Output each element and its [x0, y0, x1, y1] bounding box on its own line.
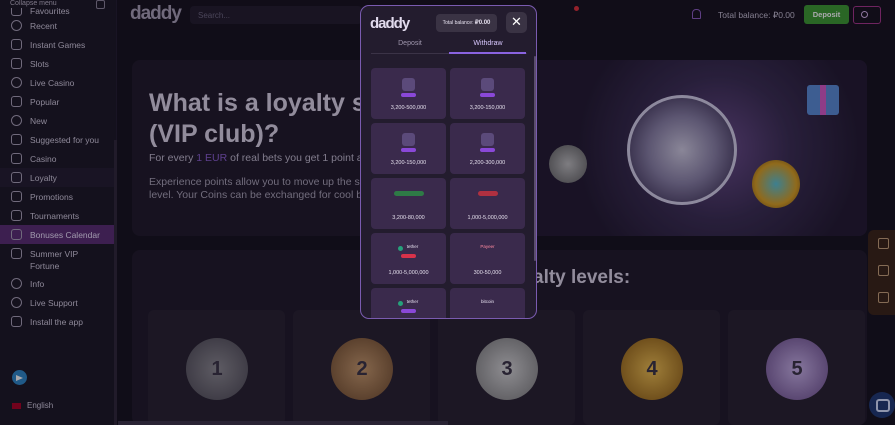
tab-deposit[interactable]: Deposit — [371, 40, 449, 47]
method-tag — [480, 93, 495, 97]
payment-logo-icon — [481, 133, 494, 146]
app-root: Collapse menu Favourites Recent Instant … — [0, 0, 895, 425]
payment-method-tile[interactable]: 3,200-150,000 — [450, 68, 525, 119]
payment-method-tile[interactable]: 2,200-300,000 — [450, 123, 525, 174]
payment-logo-icon — [478, 191, 498, 196]
payment-logo-icon — [481, 78, 494, 91]
payment-method-tile[interactable]: Payeer 300-50,000 — [450, 233, 525, 284]
payment-method-tile[interactable]: bitcoin — [450, 288, 525, 318]
close-icon[interactable]: ✕ — [506, 12, 527, 33]
method-tag — [401, 93, 416, 97]
payment-method-tile[interactable]: tether 1,000-5,000,000 — [371, 233, 446, 284]
method-tag — [401, 309, 416, 313]
payment-logo-icon — [402, 78, 415, 91]
method-tag — [401, 254, 416, 258]
active-tab-indicator — [449, 52, 526, 54]
method-tag — [480, 148, 495, 152]
payment-method-tile[interactable]: 1,000-5,000,000 — [450, 178, 525, 229]
payment-logo-icon — [402, 133, 415, 146]
modal-logo: daddy — [370, 15, 410, 32]
modal-balance: Total balance: ₽0.00 — [436, 14, 497, 32]
modal-scrollbar[interactable] — [534, 56, 536, 261]
payment-method-tile[interactable]: 3,200-150,000 — [371, 123, 446, 174]
payment-method-tile[interactable]: 3,200-80,000 — [371, 178, 446, 229]
payment-logo-icon — [394, 191, 424, 196]
payment-method-tile[interactable]: tether — [371, 288, 446, 318]
tab-withdraw[interactable]: Withdraw — [449, 40, 527, 47]
payment-method-tile[interactable]: 3,200-500,000 — [371, 68, 446, 119]
method-tag — [401, 148, 416, 152]
wallet-modal: daddy Total balance: ₽0.00 ✕ Deposit Wit… — [360, 5, 537, 319]
